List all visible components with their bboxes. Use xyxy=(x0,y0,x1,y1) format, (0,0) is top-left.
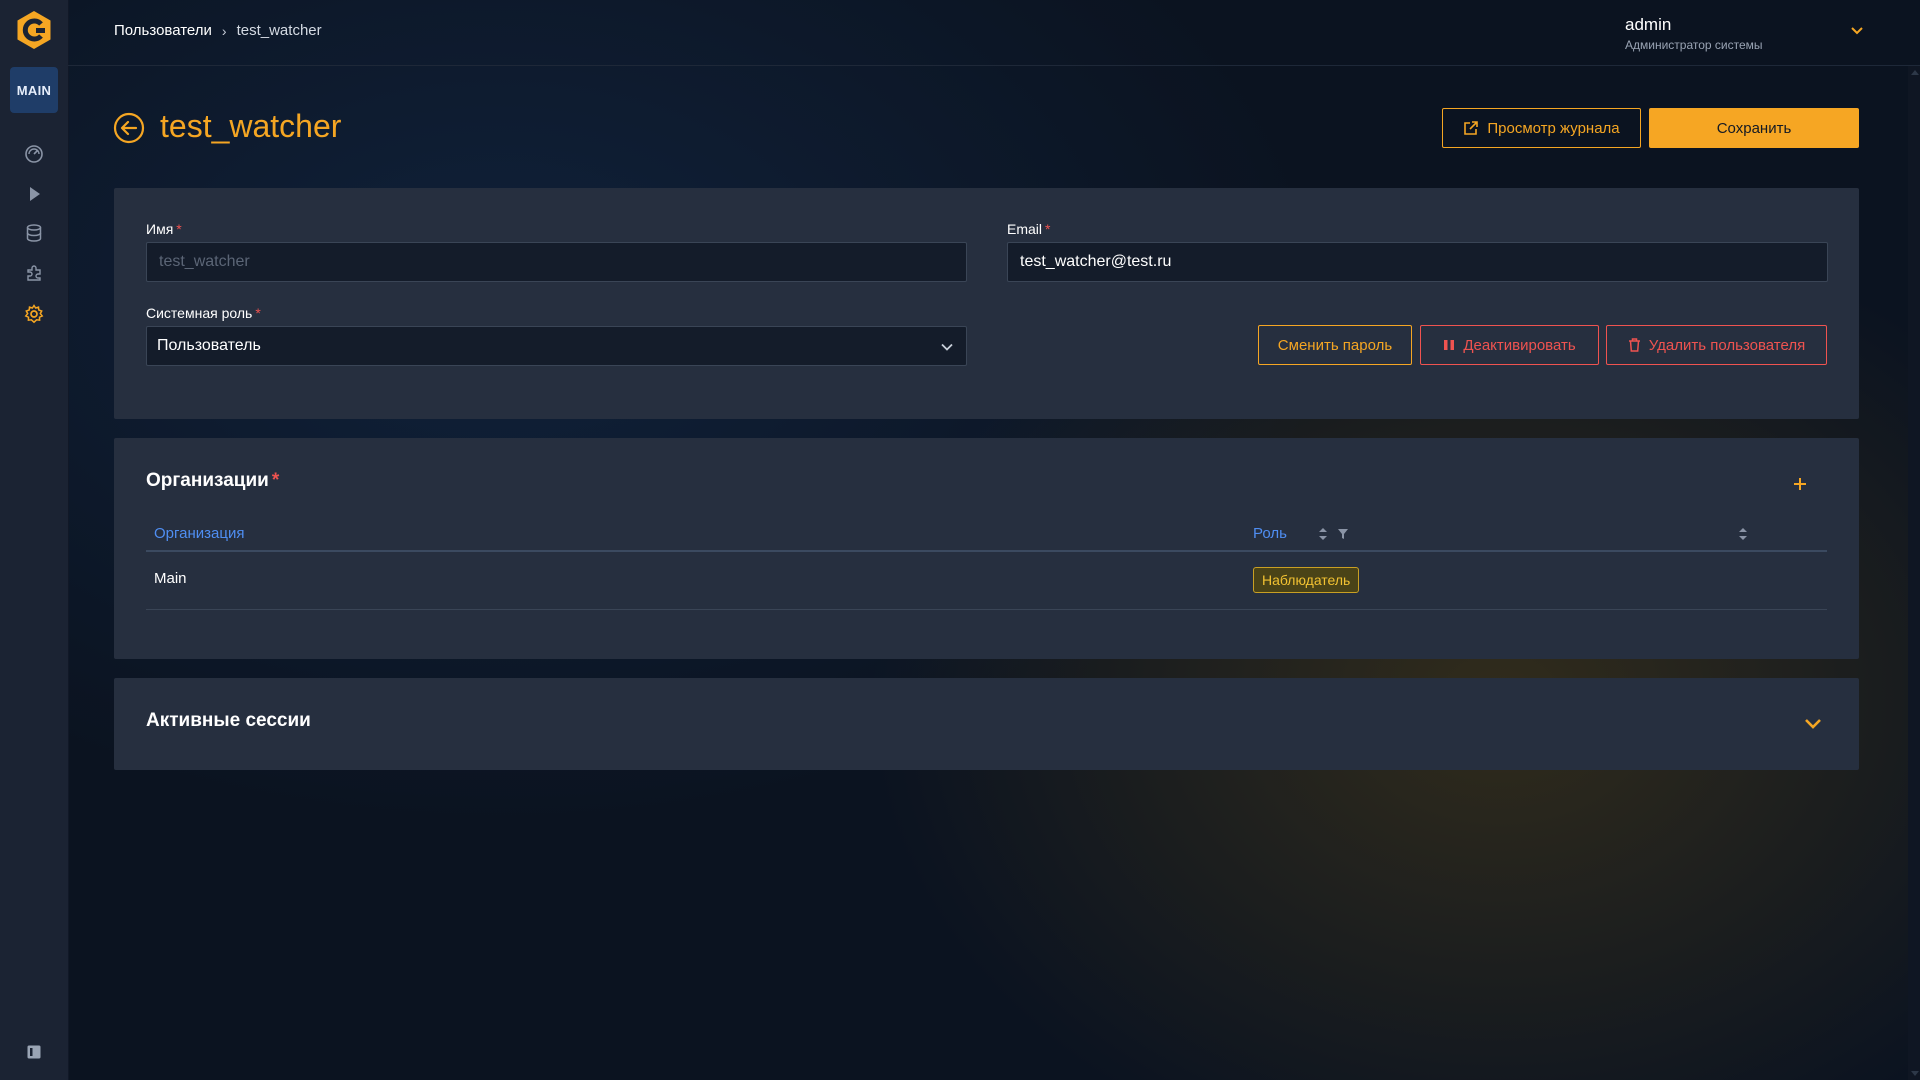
organizations-title: Организации * xyxy=(146,470,280,491)
page-title: test_watcher xyxy=(160,108,342,144)
breadcrumb-chevron-icon: › xyxy=(221,22,227,39)
breadcrumb-users-link[interactable]: Пользователи xyxy=(114,22,212,39)
deactivate-button[interactable]: Деактивировать xyxy=(1420,325,1599,365)
column-role[interactable]: Роль xyxy=(1253,525,1287,542)
dashboard-icon[interactable] xyxy=(22,142,46,166)
table-header: Организация Роль xyxy=(146,518,1827,552)
vertical-scrollbar[interactable] xyxy=(1908,66,1920,1080)
external-link-icon xyxy=(1464,121,1479,135)
system-role-value: Пользователь xyxy=(157,337,261,354)
view-log-label: Просмотр журнала xyxy=(1487,119,1620,137)
system-role-select[interactable]: Пользователь xyxy=(146,326,967,366)
user-name: admin xyxy=(1625,15,1672,34)
role-badge: Наблюдатель xyxy=(1253,567,1360,593)
settings-icon[interactable] xyxy=(22,302,46,326)
deactivate-label: Деактивировать xyxy=(1463,336,1576,354)
email-label: Email * xyxy=(1007,221,1051,237)
back-arrow-icon[interactable] xyxy=(113,112,145,144)
name-field[interactable]: test_watcher xyxy=(146,242,967,282)
trash-icon xyxy=(1628,338,1640,352)
play-icon[interactable] xyxy=(22,182,46,206)
pause-icon xyxy=(1444,340,1455,350)
column-organization[interactable]: Организация xyxy=(154,525,244,542)
delete-user-button[interactable]: Удалить пользователя xyxy=(1606,325,1827,365)
active-sessions-title: Активные сессии xyxy=(146,710,311,731)
chevron-down-icon xyxy=(1851,27,1863,35)
user-form-card: Имя * test_watcher Email * test_watcher@te… xyxy=(114,188,1859,419)
email-field[interactable]: test_watcher@test.ru xyxy=(1007,242,1828,282)
active-sessions-card[interactable]: Активные сессии xyxy=(114,678,1859,770)
chevron-down-icon xyxy=(941,343,953,351)
plugin-icon[interactable] xyxy=(22,261,46,285)
organizations-card: Организации * Организация Роль Main Наблю… xyxy=(114,438,1859,659)
database-icon[interactable] xyxy=(22,221,46,245)
add-organization-icon[interactable] xyxy=(1792,476,1808,492)
delete-user-label: Удалить пользователя xyxy=(1648,336,1806,354)
app-logo[interactable] xyxy=(14,10,54,50)
workspace-badge[interactable]: MAIN xyxy=(10,67,58,113)
user-menu[interactable]: admin Администратор системы xyxy=(1625,15,1863,52)
save-button[interactable]: Сохранить xyxy=(1649,108,1859,148)
breadcrumb: Пользователи › test_watcher xyxy=(114,22,322,39)
chevron-down-icon[interactable] xyxy=(1804,718,1822,730)
collapse-sidebar-icon[interactable] xyxy=(27,1045,41,1059)
view-log-button[interactable]: Просмотр журнала xyxy=(1442,108,1641,148)
filter-icon[interactable] xyxy=(1337,526,1349,542)
system-role-label: Системная роль * xyxy=(146,305,261,321)
name-label: Имя * xyxy=(146,221,182,237)
organization-cell: Main xyxy=(154,570,187,587)
breadcrumb-current: test_watcher xyxy=(236,22,322,39)
table-row[interactable]: Main Наблюдатель xyxy=(146,552,1827,610)
change-password-button[interactable]: Сменить пароль xyxy=(1258,325,1412,365)
user-role: Администратор системы xyxy=(1625,38,1763,52)
sort-icon[interactable] xyxy=(1737,526,1749,542)
sidebar: MAIN xyxy=(0,0,69,1080)
sort-icon[interactable] xyxy=(1317,526,1329,542)
